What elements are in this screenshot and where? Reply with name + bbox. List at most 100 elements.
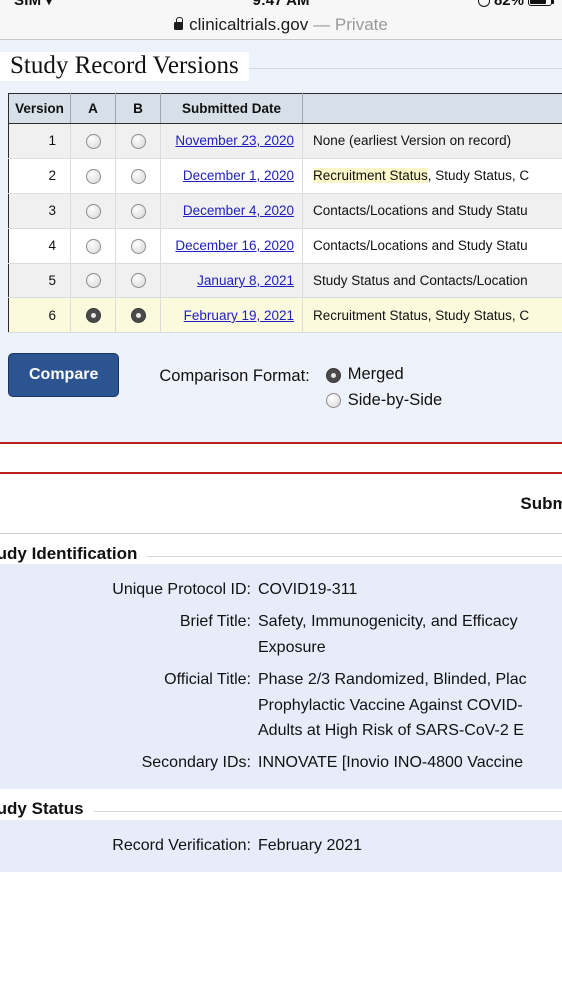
study-identification-heading: tudy Identification <box>0 534 562 564</box>
column-header-a: A <box>70 93 116 124</box>
field-label: Record Verification: <box>112 836 251 854</box>
page-title: Study Record Versions <box>0 52 249 81</box>
study-status-section: tudy Status Record Verification: February… <box>0 789 562 872</box>
changes-text: Contacts/Locations and Study Statu <box>313 238 528 254</box>
cell-radio-b[interactable] <box>115 228 161 264</box>
battery-icon <box>528 0 555 6</box>
red-separator-block <box>0 441 562 474</box>
radio-a-icon[interactable] <box>85 308 101 324</box>
submitted-label: Submit <box>520 493 562 513</box>
cell-submitted-date: November 23, 2020 <box>160 123 303 159</box>
field-row: Unique Protocol ID: COVID19-311 <box>0 574 562 606</box>
cell-radio-b[interactable] <box>115 193 161 229</box>
radio-b-icon[interactable] <box>130 273 146 289</box>
table-row: 3 December 4, 2020 Contacts/Locations and … <box>8 193 562 229</box>
radio-a-icon[interactable] <box>85 203 101 219</box>
column-header-version: Version <box>8 93 71 124</box>
field-value: COVID19-311 <box>258 577 357 603</box>
field-row: Official Title: Phase 2/3 Randomized, Bli… <box>0 664 562 748</box>
field-label: Official Title: <box>164 670 251 688</box>
field-value-line: Phase 2/3 Randomized, Blinded, Plac <box>258 670 527 688</box>
table-row: 4 December 16, 2020 Contacts/Locations and… <box>8 228 562 264</box>
radio-side-by-side-label: Side-by-Side <box>347 390 443 409</box>
cell-version: 2 <box>8 158 71 194</box>
address-bar[interactable]: clinicaltrials.gov — Private <box>0 12 562 38</box>
red-rule-gap <box>0 444 562 472</box>
radio-merged-icon[interactable] <box>325 367 341 383</box>
version-date-link[interactable]: December 1, 2020 <box>183 168 294 183</box>
changes-highlight: Recruitment Status <box>313 168 428 184</box>
study-identification-fields: Unique Protocol ID: COVID19-311 Brief Titl… <box>0 563 562 790</box>
table-row: 5 January 8, 2021 Study Status and Contact… <box>8 263 562 299</box>
section-title-study-identification: tudy Identification <box>0 543 148 564</box>
field-value: February 2021 <box>258 833 362 859</box>
cell-changes: Recruitment Status, Study Status, C <box>302 297 562 334</box>
table-row: 6 February 19, 2021 Recruitment Status, St… <box>8 297 562 334</box>
cell-submitted-date: January 8, 2021 <box>160 263 303 299</box>
cell-radio-b[interactable] <box>115 263 161 299</box>
versions-panel: Study Record Versions Version A B Submit… <box>0 40 562 442</box>
radio-b-icon[interactable] <box>130 238 146 254</box>
compare-button[interactable]: Compare <box>8 353 120 398</box>
radio-merged-label: Merged <box>347 365 404 384</box>
field-row: Brief Title: Safety, Immunogenicity, and … <box>0 606 562 664</box>
study-status-fields: Record Verification: February 2021 <box>0 819 562 872</box>
column-header-changes <box>302 93 562 124</box>
table-row: 2 December 1, 2020 Recruitment Status, Stu… <box>8 158 562 194</box>
radio-a-icon[interactable] <box>85 168 101 184</box>
radio-option-side-by-side[interactable]: Side-by-Side <box>325 388 443 414</box>
column-header-submitted-date: Submitted Date <box>160 93 303 124</box>
cell-radio-a[interactable] <box>70 158 116 194</box>
cell-submitted-date: December 16, 2020 <box>160 228 303 264</box>
cell-radio-a[interactable] <box>70 123 116 159</box>
comparison-format-label: Comparison Format: <box>159 367 310 386</box>
field-label: Secondary IDs: <box>141 754 251 772</box>
cell-radio-b[interactable] <box>115 297 161 334</box>
versions-table-body: 1 November 23, 2020 None (earliest Version… <box>8 123 562 334</box>
version-date-link[interactable]: December 4, 2020 <box>183 203 294 218</box>
cell-submitted-date: December 4, 2020 <box>160 193 303 229</box>
cell-radio-a[interactable] <box>70 297 116 334</box>
radio-b-icon[interactable] <box>130 133 146 149</box>
study-record-versions-heading: Study Record Versions <box>0 40 562 87</box>
radio-a-icon[interactable] <box>85 238 101 254</box>
private-browsing-label: — Private <box>313 15 388 34</box>
status-right-cluster: 82% <box>477 0 555 9</box>
lock-icon <box>174 17 184 30</box>
cell-radio-a[interactable] <box>70 228 116 264</box>
cell-version: 1 <box>8 123 71 159</box>
field-value-line: February 2021 <box>258 836 363 854</box>
radio-a-icon[interactable] <box>85 273 101 289</box>
cell-version: 6 <box>8 297 71 334</box>
cell-changes: None (earliest Version on record) <box>302 123 562 159</box>
column-header-b: B <box>115 93 161 124</box>
section-title-study-status: tudy Status <box>0 799 94 820</box>
radio-option-merged[interactable]: Merged <box>325 362 442 388</box>
radio-b-icon[interactable] <box>130 168 146 184</box>
field-value: INNOVATE [Inovio INO-4800 Vaccine <box>258 750 523 776</box>
radio-b-icon[interactable] <box>130 203 146 219</box>
cell-changes: Contacts/Locations and Study Statu <box>302 193 562 229</box>
cell-radio-b[interactable] <box>115 123 161 159</box>
changes-text: None (earliest Version on record) <box>313 133 512 149</box>
study-versions-table: Version A B Submitted Date 1 November 23,… <box>8 92 562 334</box>
table-header-row: Version A B Submitted Date <box>8 93 562 124</box>
cell-version: 5 <box>8 263 71 299</box>
version-date-link[interactable]: February 19, 2021 <box>184 308 294 323</box>
cell-changes: Recruitment Status, Study Status, C <box>302 158 562 194</box>
clock-icon <box>477 0 490 7</box>
cell-radio-a[interactable] <box>70 193 116 229</box>
compare-controls: Compare Comparison Format: Merged Side-b… <box>0 333 562 440</box>
version-date-link[interactable]: January 8, 2021 <box>197 273 294 288</box>
version-date-link[interactable]: December 16, 2020 <box>175 238 294 253</box>
field-value-line: Prophylactic Vaccine Against COVID- <box>258 696 523 714</box>
radio-b-icon[interactable] <box>130 308 146 324</box>
radio-a-icon[interactable] <box>85 133 101 149</box>
field-value-line: Adults at High Risk of SARS-CoV-2 E <box>258 722 524 740</box>
cell-radio-a[interactable] <box>70 263 116 299</box>
radio-side-by-side-icon[interactable] <box>325 393 341 409</box>
version-date-link[interactable]: November 23, 2020 <box>175 133 294 148</box>
cell-radio-b[interactable] <box>115 158 161 194</box>
table-row: 1 November 23, 2020 None (earliest Version… <box>8 123 562 159</box>
url-host: clinicaltrials.gov <box>189 15 309 34</box>
